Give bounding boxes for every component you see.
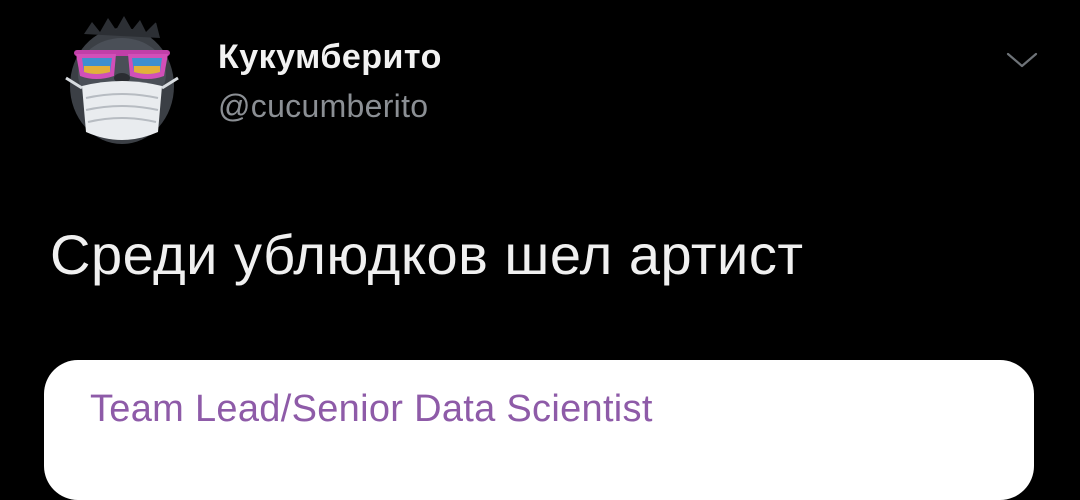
display-name[interactable]: Кукумберито: [218, 38, 442, 77]
job-title: Team Lead/Senior Data Scientist: [90, 388, 653, 430]
gorilla-avatar-icon: [52, 14, 192, 154]
chevron-down-icon[interactable]: [1002, 46, 1042, 74]
job-card[interactable]: Team Lead/Senior Data Scientist: [44, 360, 1034, 500]
user-handle[interactable]: @cucumberito: [218, 88, 428, 125]
avatar[interactable]: [52, 14, 192, 154]
tweet-text: Среди ублюдков шел артист: [50, 223, 804, 286]
tweet: Кукумберито @cucumberito Среди ублюдков …: [0, 0, 1080, 500]
